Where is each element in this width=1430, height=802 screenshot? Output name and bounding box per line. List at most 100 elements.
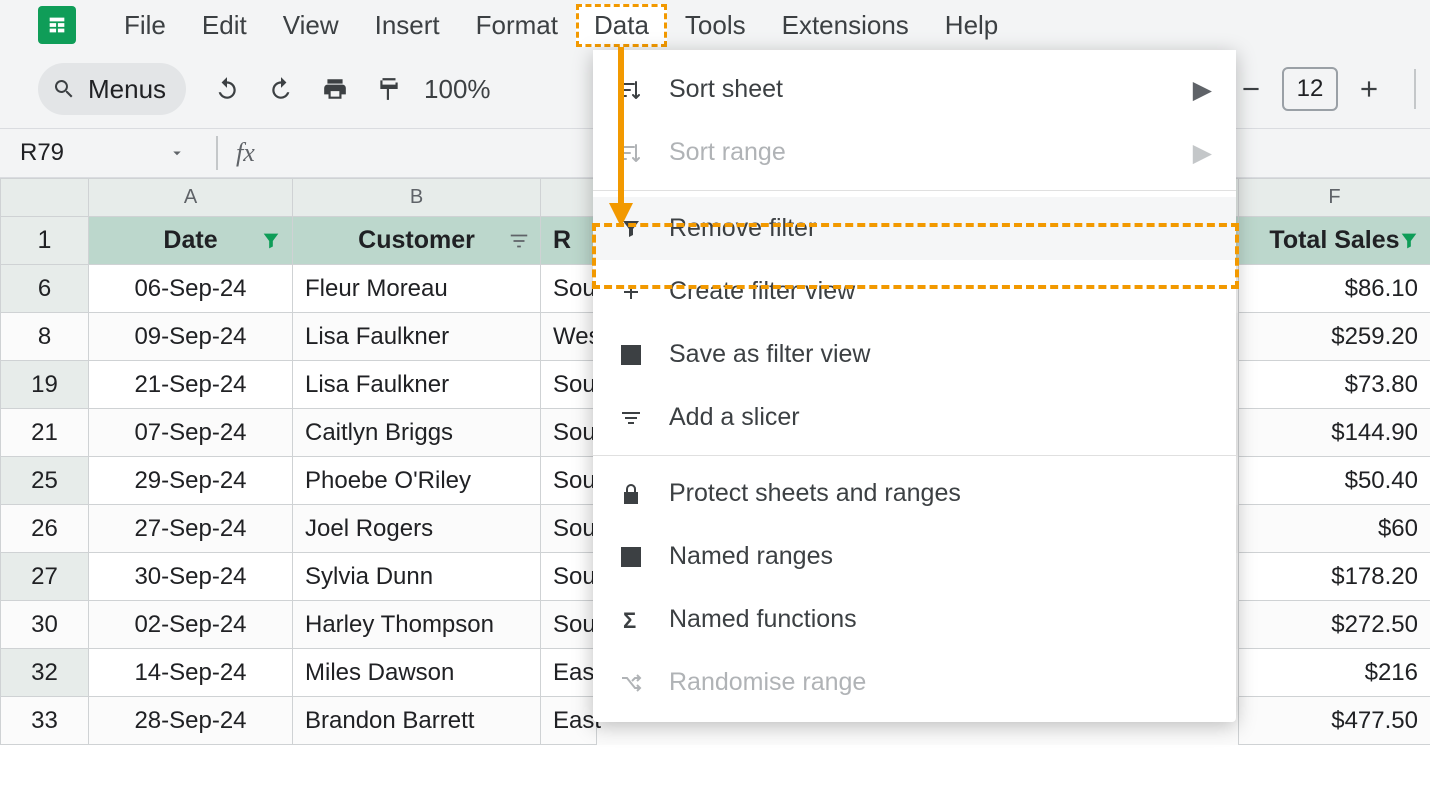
cell-region[interactable]: Sou <box>541 553 597 601</box>
menu-item-add-a-slicer[interactable]: Add a slicer <box>593 386 1236 449</box>
minus-icon[interactable] <box>1238 76 1264 102</box>
cell-region[interactable]: Sou <box>541 361 597 409</box>
col-letter-b[interactable]: B <box>293 179 541 217</box>
menu-edit[interactable]: Edit <box>184 4 265 47</box>
cell-customer[interactable]: Lisa Faulkner <box>293 313 541 361</box>
row-number[interactable]: 1 <box>1 217 89 265</box>
plus-icon[interactable] <box>1356 76 1382 102</box>
slicer-icon <box>617 406 645 430</box>
cell-date[interactable]: 07-Sep-24 <box>89 409 293 457</box>
menu-format[interactable]: Format <box>458 4 576 47</box>
cell-total[interactable]: $259.20 <box>1239 313 1430 361</box>
menu-item-protect-sheets-and-ranges[interactable]: Protect sheets and ranges <box>593 462 1236 525</box>
row-number[interactable]: 25 <box>1 457 89 505</box>
menu-file[interactable]: File <box>106 4 184 47</box>
row-number[interactable]: 26 <box>1 505 89 553</box>
header-date[interactable]: Date <box>89 217 293 265</box>
menu-item-label: Save as filter view <box>669 340 870 369</box>
cell-date[interactable]: 21-Sep-24 <box>89 361 293 409</box>
data-menu-dropdown: Sort sheet▶Sort range▶Remove filterCreat… <box>593 50 1236 722</box>
cell-total[interactable]: $60 <box>1239 505 1430 553</box>
cell-date[interactable]: 27-Sep-24 <box>89 505 293 553</box>
menu-help[interactable]: Help <box>927 4 1016 47</box>
cell-customer[interactable]: Sylvia Dunn <box>293 553 541 601</box>
menu-item-named-ranges[interactable]: Named ranges <box>593 525 1236 588</box>
menus-search[interactable]: Menus <box>38 63 186 115</box>
cell-date[interactable]: 06-Sep-24 <box>89 265 293 313</box>
row-number[interactable]: 30 <box>1 601 89 649</box>
menu-item-label: Named functions <box>669 605 857 634</box>
redo-button[interactable] <box>258 66 304 112</box>
row-number[interactable]: 8 <box>1 313 89 361</box>
cell-region[interactable]: Sou <box>541 265 597 313</box>
cell-total[interactable]: $144.90 <box>1239 409 1430 457</box>
cell-region[interactable]: Sou <box>541 457 597 505</box>
paint-format-button[interactable] <box>366 66 412 112</box>
menu-tools[interactable]: Tools <box>667 4 764 47</box>
cell-total[interactable]: $178.20 <box>1239 553 1430 601</box>
header-region-clipped[interactable]: R <box>541 217 597 265</box>
cell-customer[interactable]: Fleur Moreau <box>293 265 541 313</box>
header-customer[interactable]: Customer <box>293 217 541 265</box>
col-letter-a[interactable]: A <box>89 179 293 217</box>
cell-date[interactable]: 02-Sep-24 <box>89 601 293 649</box>
print-button[interactable] <box>312 66 358 112</box>
col-letter-f[interactable]: F <box>1239 179 1430 217</box>
menu-insert[interactable]: Insert <box>357 4 458 47</box>
cell-region[interactable]: Wes <box>541 313 597 361</box>
cell-customer[interactable]: Brandon Barrett <box>293 697 541 745</box>
cell-date[interactable]: 14-Sep-24 <box>89 649 293 697</box>
cell-region[interactable]: Sou <box>541 601 597 649</box>
cell-customer[interactable]: Phoebe O'Riley <box>293 457 541 505</box>
undo-button[interactable] <box>204 66 250 112</box>
menu-extensions[interactable]: Extensions <box>764 4 927 47</box>
cell-total[interactable]: $86.10 <box>1239 265 1430 313</box>
grid-icon <box>617 343 645 367</box>
row-number[interactable]: 19 <box>1 361 89 409</box>
menu-item-create-filter-view[interactable]: Create filter view <box>593 260 1236 323</box>
cell-total[interactable]: $272.50 <box>1239 601 1430 649</box>
menu-view[interactable]: View <box>265 4 357 47</box>
cell-customer[interactable]: Caitlyn Briggs <box>293 409 541 457</box>
cell-total[interactable]: $477.50 <box>1239 697 1430 745</box>
corner-cell[interactable] <box>1 179 89 217</box>
cell-region[interactable]: East <box>541 649 597 697</box>
menu-item-label: Remove filter <box>669 214 816 243</box>
cell-customer[interactable]: Lisa Faulkner <box>293 361 541 409</box>
font-size-input[interactable]: 12 <box>1282 67 1338 111</box>
filter-lines-icon[interactable] <box>508 230 530 252</box>
sort-icon <box>617 78 645 102</box>
zoom-level[interactable]: 100% <box>420 74 495 105</box>
cell-customer[interactable]: Miles Dawson <box>293 649 541 697</box>
menu-item-sort-sheet[interactable]: Sort sheet▶ <box>593 58 1236 121</box>
cell-total[interactable]: $216 <box>1239 649 1430 697</box>
cell-date[interactable]: 09-Sep-24 <box>89 313 293 361</box>
header-total-sales[interactable]: Total Sales <box>1239 217 1430 265</box>
menu-item-label: Named ranges <box>669 542 833 571</box>
cell-date[interactable]: 30-Sep-24 <box>89 553 293 601</box>
cell-region[interactable]: East <box>541 697 597 745</box>
row-number[interactable]: 21 <box>1 409 89 457</box>
menu-data[interactable]: Data <box>576 4 667 47</box>
cell-total[interactable]: $50.40 <box>1239 457 1430 505</box>
filter-funnel-icon[interactable] <box>1398 230 1420 252</box>
chevron-right-icon: ▶ <box>1193 75 1212 105</box>
filter-funnel-icon[interactable] <box>260 230 282 252</box>
name-box[interactable]: R79 <box>8 139 198 167</box>
divider <box>216 136 218 170</box>
cell-region[interactable]: Sou <box>541 409 597 457</box>
cell-date[interactable]: 29-Sep-24 <box>89 457 293 505</box>
cell-customer[interactable]: Joel Rogers <box>293 505 541 553</box>
menu-item-remove-filter[interactable]: Remove filter <box>593 197 1236 260</box>
cell-region[interactable]: Sou <box>541 505 597 553</box>
cell-date[interactable]: 28-Sep-24 <box>89 697 293 745</box>
row-number[interactable]: 33 <box>1 697 89 745</box>
row-number[interactable]: 32 <box>1 649 89 697</box>
menu-item-label: Protect sheets and ranges <box>669 479 961 508</box>
cell-customer[interactable]: Harley Thompson <box>293 601 541 649</box>
menu-item-save-as-filter-view[interactable]: Save as filter view <box>593 323 1236 386</box>
row-number[interactable]: 27 <box>1 553 89 601</box>
menu-item-named-functions[interactable]: ΣNamed functions <box>593 588 1236 651</box>
row-number[interactable]: 6 <box>1 265 89 313</box>
cell-total[interactable]: $73.80 <box>1239 361 1430 409</box>
